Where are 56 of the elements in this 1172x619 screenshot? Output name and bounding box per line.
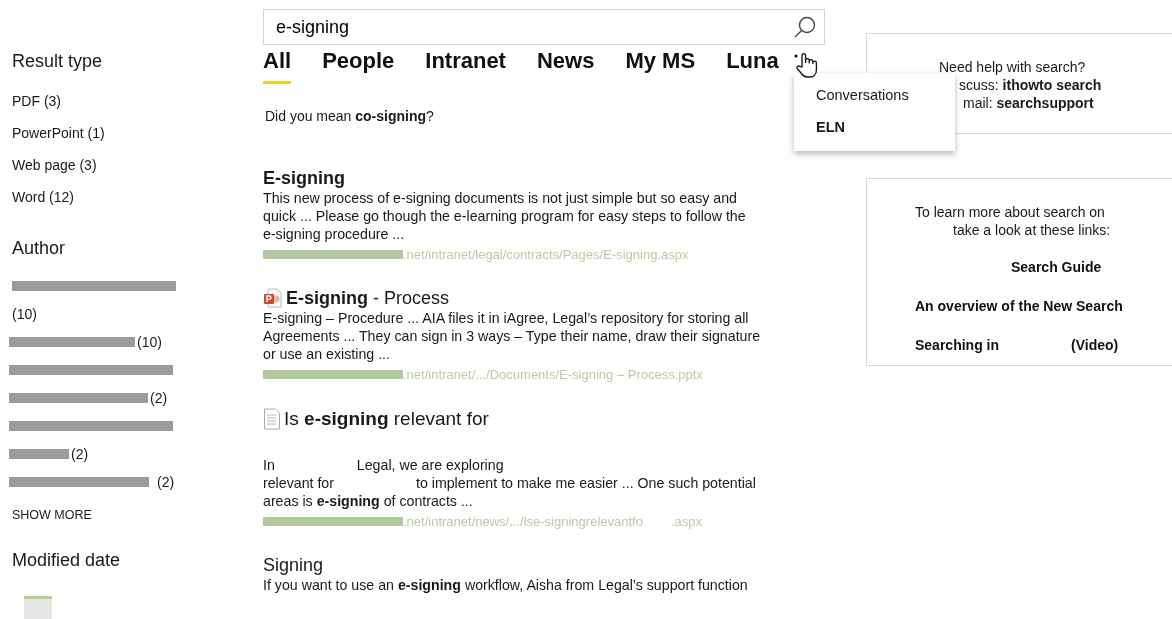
- snippet-text: In: [263, 457, 275, 473]
- author-count: (2): [157, 472, 175, 492]
- snippet-text: to implement to make me easier ... One such potential: [416, 475, 756, 491]
- filter-heading: Modified date: [12, 548, 122, 572]
- filter-option[interactable]: Web page (3): [12, 149, 97, 181]
- document-icon: [263, 408, 281, 430]
- filter-option[interactable]: Word (12): [12, 181, 74, 213]
- snippet-text: Legal, we are exploring: [356, 457, 504, 473]
- tab[interactable]: People: [322, 49, 395, 84]
- redaction-bar: [9, 449, 69, 459]
- author-count: (2): [71, 444, 89, 464]
- tab[interactable]: My MS: [625, 49, 696, 84]
- help-link[interactable]: Search Guide: [1011, 257, 1102, 278]
- tab[interactable]: Luna: [726, 49, 779, 84]
- snippet-text: Agreements ... They can sign in 3 ways – Type their name, draw their signature: [263, 327, 761, 344]
- date-histogram-bar: [24, 595, 52, 619]
- snippet-text: E-signing – Procedure ... AIA files it in iAgree, Legal’s repository for storing all: [263, 309, 749, 326]
- snippet-text: This new process of e-signing documents is not just simple but so easy and: [263, 190, 737, 206]
- result-title[interactable]: E-signing - Process: [286, 286, 450, 309]
- tab[interactable]: News: [536, 49, 595, 84]
- snippet-text: e-signing procedure ...: [263, 226, 405, 242]
- help-link[interactable]: An overview of the New Search: [915, 296, 1123, 317]
- help-text: mail: searchsupport: [963, 94, 1094, 112]
- show-more-link[interactable]: SHOW MORE: [12, 506, 92, 525]
- result-url: .aspx: [670, 513, 702, 531]
- help-link[interactable]: (Video): [1071, 335, 1119, 356]
- snippet-text: quick ... Please go though the e-learning program for easy steps to follow the: [263, 208, 746, 224]
- filter-option[interactable]: PowerPoint (1): [12, 117, 105, 149]
- snippet-text: If you want to use an e-signing workflow, Aisha from Legal’s support function: [263, 576, 748, 593]
- snippet-text: areas is e-signing of contracts ...: [263, 493, 473, 509]
- help-text: scuss: ithowto search: [959, 76, 1102, 94]
- result-url: .net/intranet/.../Documents/E-signing – Process.pptx: [403, 365, 703, 384]
- help-text: Need help with search?: [939, 58, 1086, 76]
- search-field[interactable]: e-signing: [263, 9, 825, 45]
- result-title[interactable]: E-signing: [263, 167, 345, 189]
- author-count: (2): [150, 388, 168, 408]
- result-title[interactable]: Signing: [263, 553, 324, 576]
- author-count: (10): [12, 304, 37, 324]
- result-title[interactable]: Is e-signing relevant for: [284, 408, 489, 430]
- menu-item[interactable]: Conversations: [816, 79, 909, 111]
- filter-heading: Author: [12, 237, 67, 260]
- author-count: (10): [137, 332, 162, 352]
- help-link[interactable]: Searching in: [915, 335, 1000, 356]
- menu-item[interactable]: ELN: [816, 111, 845, 143]
- filter-option[interactable]: PDF (3): [12, 85, 61, 117]
- search-icon[interactable]: [793, 15, 817, 39]
- result-url: .net/intranet/news/.../lse-signingrelevantfo: [403, 513, 643, 531]
- learn-text: take a look at these links:: [953, 221, 1111, 239]
- presentation-file-icon: [263, 287, 283, 308]
- tab[interactable]: All: [263, 49, 292, 84]
- filter-heading: Result type: [12, 50, 104, 73]
- snippet-text: or use an existing ...: [263, 345, 390, 362]
- result-url: .net/intranet/legal/contracts/Pages/E-signing.aspx: [403, 246, 689, 264]
- snippet-text: relevant for: [263, 475, 334, 491]
- tab[interactable]: Intranet: [425, 49, 506, 84]
- learn-text: To learn more about search on: [915, 203, 1105, 221]
